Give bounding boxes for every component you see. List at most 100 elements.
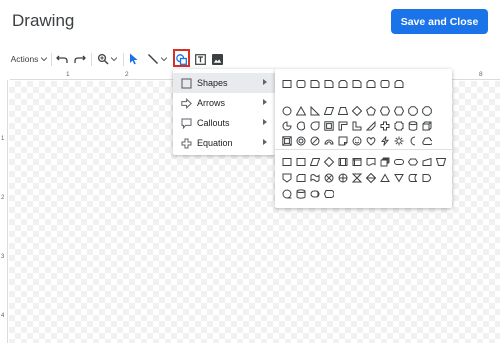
prep-shape-icon[interactable] bbox=[408, 157, 418, 167]
menu-item-arrows[interactable]: Arrows bbox=[173, 93, 276, 113]
save-and-close-button[interactable]: Save and Close bbox=[391, 9, 488, 34]
sort-shape-icon[interactable] bbox=[366, 173, 376, 183]
toolbar: Actions bbox=[0, 48, 500, 70]
term-shape-icon[interactable] bbox=[394, 157, 404, 167]
heart-shape-icon[interactable] bbox=[366, 136, 376, 146]
ruler-label: 8 bbox=[479, 71, 483, 78]
collat-shape-icon[interactable] bbox=[352, 173, 362, 183]
menu-item-shapes[interactable]: Shapes bbox=[173, 73, 276, 93]
snip-shape-icon[interactable] bbox=[352, 79, 362, 89]
toolbar-divider bbox=[123, 53, 124, 66]
hex-shape-icon[interactable] bbox=[380, 106, 390, 116]
rect-shape-icon[interactable] bbox=[282, 79, 292, 89]
image-button[interactable] bbox=[211, 48, 224, 70]
snip-shape-icon[interactable] bbox=[324, 79, 334, 89]
dia-shape-icon[interactable] bbox=[324, 157, 334, 167]
menu-item-callouts[interactable]: Callouts bbox=[173, 113, 276, 133]
half-shape-icon[interactable] bbox=[338, 121, 348, 131]
proc2-shape-icon[interactable] bbox=[338, 157, 348, 167]
zoom-button[interactable] bbox=[95, 48, 119, 70]
seqacc-shape-icon[interactable] bbox=[282, 189, 292, 199]
frame-shape-icon[interactable] bbox=[324, 121, 334, 131]
cube-shape-icon[interactable] bbox=[422, 121, 432, 131]
donut-shape-icon[interactable] bbox=[296, 136, 306, 146]
arrow-icon bbox=[181, 98, 192, 109]
snip2-shape-icon[interactable] bbox=[338, 79, 348, 89]
manin-shape-icon[interactable] bbox=[422, 157, 432, 167]
rect-shape-icon[interactable] bbox=[296, 157, 306, 167]
multi-shape-icon[interactable] bbox=[380, 157, 390, 167]
store-shape-icon[interactable] bbox=[352, 157, 362, 167]
can-shape-icon[interactable] bbox=[408, 121, 418, 131]
line-button[interactable] bbox=[145, 48, 169, 70]
diag-shape-icon[interactable] bbox=[366, 121, 376, 131]
plaque-shape-icon[interactable] bbox=[394, 121, 404, 131]
bevel-shape-icon[interactable] bbox=[282, 136, 292, 146]
rtri-shape-icon[interactable] bbox=[310, 106, 320, 116]
offpg-shape-icon[interactable] bbox=[282, 173, 292, 183]
pent-shape-icon[interactable] bbox=[366, 106, 376, 116]
plus-icon bbox=[181, 138, 192, 149]
rect-shape-icon[interactable] bbox=[282, 157, 292, 167]
redo-button[interactable] bbox=[73, 48, 87, 70]
bolt-shape-icon[interactable] bbox=[380, 136, 390, 146]
square-icon bbox=[181, 78, 192, 89]
sun-shape-icon[interactable] bbox=[394, 136, 404, 146]
circ-shape-icon[interactable] bbox=[282, 106, 292, 116]
sumj-shape-icon[interactable] bbox=[324, 173, 334, 183]
smile-shape-icon[interactable] bbox=[352, 136, 362, 146]
oct-shape-icon[interactable] bbox=[408, 106, 418, 116]
select-button[interactable] bbox=[127, 48, 141, 70]
para-shape-icon[interactable] bbox=[324, 106, 334, 116]
toolbar-divider bbox=[91, 53, 92, 66]
stdata-shape-icon[interactable] bbox=[408, 173, 418, 183]
oct-shape-icon[interactable] bbox=[422, 106, 432, 116]
chord-shape-icon[interactable] bbox=[296, 121, 306, 131]
moon-shape-icon[interactable] bbox=[408, 136, 418, 146]
manop-shape-icon[interactable] bbox=[436, 157, 446, 167]
undo-button[interactable] bbox=[55, 48, 69, 70]
arc-shape-icon[interactable] bbox=[324, 136, 334, 146]
rrect-shape-icon[interactable] bbox=[296, 79, 306, 89]
ruler-label: 4 bbox=[1, 313, 5, 319]
chevron-down-icon bbox=[111, 57, 117, 62]
orsym-shape-icon[interactable] bbox=[338, 173, 348, 183]
tape-shape-icon[interactable] bbox=[310, 173, 320, 183]
redo-icon bbox=[74, 55, 86, 63]
fold-shape-icon[interactable] bbox=[338, 136, 348, 146]
chevron-down-icon bbox=[161, 57, 167, 62]
snip-shape-icon[interactable] bbox=[310, 79, 320, 89]
rrect-shape-icon[interactable] bbox=[380, 79, 390, 89]
ruler-label: 2 bbox=[125, 71, 129, 78]
menu-item-equation[interactable]: Equation bbox=[173, 133, 276, 153]
tear-shape-icon[interactable] bbox=[310, 121, 320, 131]
dia-shape-icon[interactable] bbox=[352, 106, 362, 116]
trap-shape-icon[interactable] bbox=[338, 106, 348, 116]
pie-shape-icon[interactable] bbox=[282, 121, 292, 131]
display-shape-icon[interactable] bbox=[324, 189, 334, 199]
text-box-button[interactable] bbox=[194, 48, 207, 70]
ruler-label: 1 bbox=[1, 136, 5, 142]
extr-shape-icon[interactable] bbox=[380, 173, 390, 183]
tri-shape-icon[interactable] bbox=[296, 106, 306, 116]
toolbar-divider bbox=[51, 53, 52, 66]
docu-shape-icon[interactable] bbox=[366, 157, 376, 167]
actions-menu[interactable]: Actions bbox=[10, 48, 48, 70]
para-shape-icon[interactable] bbox=[310, 157, 320, 167]
cross-shape-icon[interactable] bbox=[380, 121, 390, 131]
snip2-shape-icon[interactable] bbox=[366, 79, 376, 89]
dirac-shape-icon[interactable] bbox=[310, 189, 320, 199]
hex-shape-icon[interactable] bbox=[394, 106, 404, 116]
card-shape-icon[interactable] bbox=[296, 173, 306, 183]
menu-item-label: Arrows bbox=[197, 98, 226, 108]
magdsk-shape-icon[interactable] bbox=[296, 189, 306, 199]
delay-shape-icon[interactable] bbox=[422, 173, 432, 183]
shape-menu: Shapes Arrows Callouts Equation bbox=[173, 69, 276, 155]
snip2-shape-icon[interactable] bbox=[394, 79, 404, 89]
text-box-icon bbox=[195, 53, 206, 65]
nosym-shape-icon[interactable] bbox=[310, 136, 320, 146]
lshape-shape-icon[interactable] bbox=[352, 121, 362, 131]
cloud-shape-icon[interactable] bbox=[422, 136, 432, 146]
merge-shape-icon[interactable] bbox=[394, 173, 404, 183]
page-title: Drawing bbox=[12, 11, 75, 30]
